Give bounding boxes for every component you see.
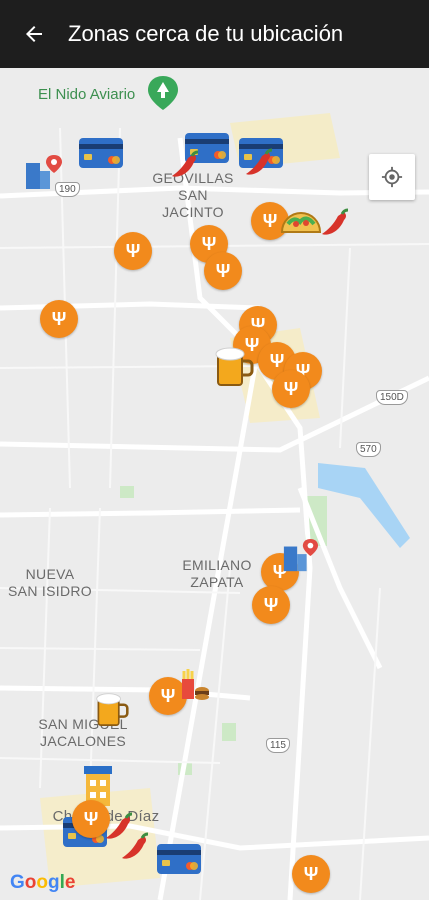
restaurant-marker[interactable]: Ψ xyxy=(292,855,330,893)
app-bar: Zonas cerca de tu ubicación xyxy=(0,0,429,68)
credit-card-icon[interactable] xyxy=(78,136,124,170)
road-shield: 570 xyxy=(356,442,381,457)
fork-knife-icon: Ψ xyxy=(269,350,285,371)
back-button[interactable] xyxy=(0,0,68,68)
building-pin-icon[interactable] xyxy=(282,538,318,574)
restaurant-marker[interactable]: Ψ xyxy=(252,586,290,624)
road-shield: 115 xyxy=(266,738,290,753)
building-pin-icon[interactable] xyxy=(24,155,62,191)
fork-knife-icon: Ψ xyxy=(201,233,217,254)
credit-card-icon[interactable] xyxy=(156,842,202,876)
road-shield: 150D xyxy=(376,390,408,405)
taco-icon[interactable] xyxy=(280,204,322,236)
fork-knife-icon: Ψ xyxy=(283,378,299,399)
restaurant-marker[interactable]: Ψ xyxy=(114,232,152,270)
page-title: Zonas cerca de tu ubicación xyxy=(68,21,344,46)
area-label: EMILIANO ZAPATA xyxy=(182,557,252,590)
my-location-button[interactable] xyxy=(369,154,415,200)
fork-knife-icon: Ψ xyxy=(263,594,279,615)
fork-knife-icon: Ψ xyxy=(303,863,319,884)
beer-mug-icon[interactable] xyxy=(95,690,129,728)
restaurant-marker[interactable]: Ψ xyxy=(272,370,310,408)
park-pin-icon[interactable] xyxy=(148,76,178,110)
beer-mug-icon[interactable] xyxy=(214,345,254,387)
fork-knife-icon: Ψ xyxy=(160,685,176,706)
restaurant-marker[interactable]: Ψ xyxy=(204,252,242,290)
arrow-left-icon xyxy=(26,26,42,42)
fast-food-icon[interactable] xyxy=(178,667,210,703)
google-logo: Google xyxy=(10,872,76,893)
chili-pepper-icon[interactable] xyxy=(104,812,134,842)
landmark-label: El Nido Aviario xyxy=(38,86,136,103)
fork-knife-icon: Ψ xyxy=(262,210,278,231)
my-location-icon xyxy=(381,166,403,188)
area-label: NUEVA SAN ISIDRO xyxy=(8,566,92,599)
fork-knife-icon: Ψ xyxy=(125,240,141,261)
chili-pepper-icon[interactable] xyxy=(320,208,350,238)
fork-knife-icon: Ψ xyxy=(51,308,67,329)
chili-pepper-icon[interactable] xyxy=(244,148,274,178)
fork-knife-icon: Ψ xyxy=(83,808,99,829)
restaurant-marker[interactable]: Ψ xyxy=(40,300,78,338)
chili-pepper-icon[interactable] xyxy=(170,150,200,180)
fork-knife-icon: Ψ xyxy=(215,260,231,281)
